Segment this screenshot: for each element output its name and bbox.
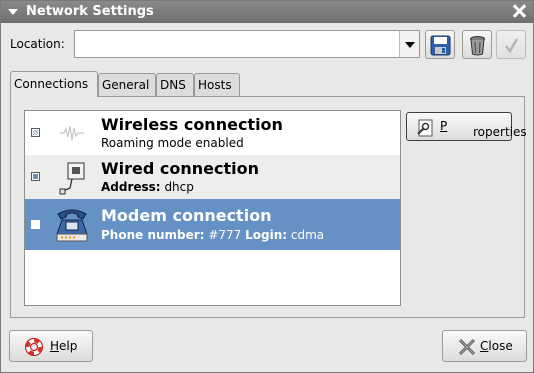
tab-hosts[interactable]: Hosts xyxy=(194,73,240,97)
apply-location-button[interactable] xyxy=(496,30,526,59)
window-menu-arrow-icon[interactable] xyxy=(8,9,18,15)
help-label: Help xyxy=(50,339,78,353)
floppy-disk-icon xyxy=(430,35,451,56)
save-location-button[interactable] xyxy=(425,30,455,59)
properties-label: Properties xyxy=(440,119,527,139)
location-dropdown-arrow-icon[interactable] xyxy=(399,31,419,57)
wired-enable-checkbox[interactable] xyxy=(31,172,40,181)
connections-list[interactable]: Wireless connection Roaming mode enabled… xyxy=(24,110,401,306)
properties-button[interactable]: Properties xyxy=(406,112,527,141)
close-label: Close xyxy=(480,339,513,353)
window-close-icon[interactable] xyxy=(511,3,527,19)
connection-row-modem[interactable]: Modem connection Phone number: #777 Logi… xyxy=(25,199,400,250)
location-label: Location: xyxy=(10,37,65,51)
close-x-icon xyxy=(458,338,476,356)
tab-general[interactable]: General xyxy=(98,73,156,97)
checkmark-icon xyxy=(505,38,519,54)
location-combobox[interactable] xyxy=(74,30,420,58)
wireless-title: Wireless connection xyxy=(101,115,283,134)
ethernet-icon xyxy=(52,158,92,196)
properties-icon xyxy=(417,119,433,137)
modem-login-value: cdma xyxy=(290,228,325,242)
close-button[interactable]: Close xyxy=(442,330,527,362)
modem-subtitle: Phone number: #777 Login: cdma xyxy=(101,228,324,242)
tab-dns[interactable]: DNS xyxy=(156,73,194,97)
delete-location-button[interactable] xyxy=(462,30,492,59)
title-bar[interactable]: Network Settings xyxy=(1,1,533,23)
window-title: Network Settings xyxy=(26,4,154,19)
help-button[interactable]: Help xyxy=(9,330,93,362)
wired-title: Wired connection xyxy=(101,159,260,178)
connection-row-wired[interactable]: Wired connection Address: dhcp xyxy=(25,155,400,199)
lifebuoy-icon xyxy=(25,338,43,356)
wireless-subtitle: Roaming mode enabled xyxy=(101,136,244,150)
wired-address-label: Address: xyxy=(101,180,161,194)
trash-can-icon xyxy=(470,36,485,56)
modem-title: Modem connection xyxy=(101,206,272,225)
wireless-enable-checkbox[interactable] xyxy=(31,128,40,137)
connections-panel: Wireless connection Roaming mode enabled… xyxy=(10,96,527,318)
telephone-modem-icon xyxy=(52,204,92,242)
network-settings-window: Network Settings Location: Connections G… xyxy=(0,0,534,373)
wired-subtitle: Address: dhcp xyxy=(101,180,194,194)
modem-phone-value: #777 xyxy=(208,228,242,242)
tab-connections[interactable]: Connections xyxy=(10,71,98,97)
modem-enable-checkbox[interactable] xyxy=(31,220,40,229)
wired-address-value: dhcp xyxy=(164,180,194,194)
wireless-icon xyxy=(52,114,92,152)
modem-login-label: Login: xyxy=(245,228,288,242)
connection-row-wireless[interactable]: Wireless connection Roaming mode enabled xyxy=(25,111,400,155)
modem-phone-label: Phone number: xyxy=(101,228,205,242)
